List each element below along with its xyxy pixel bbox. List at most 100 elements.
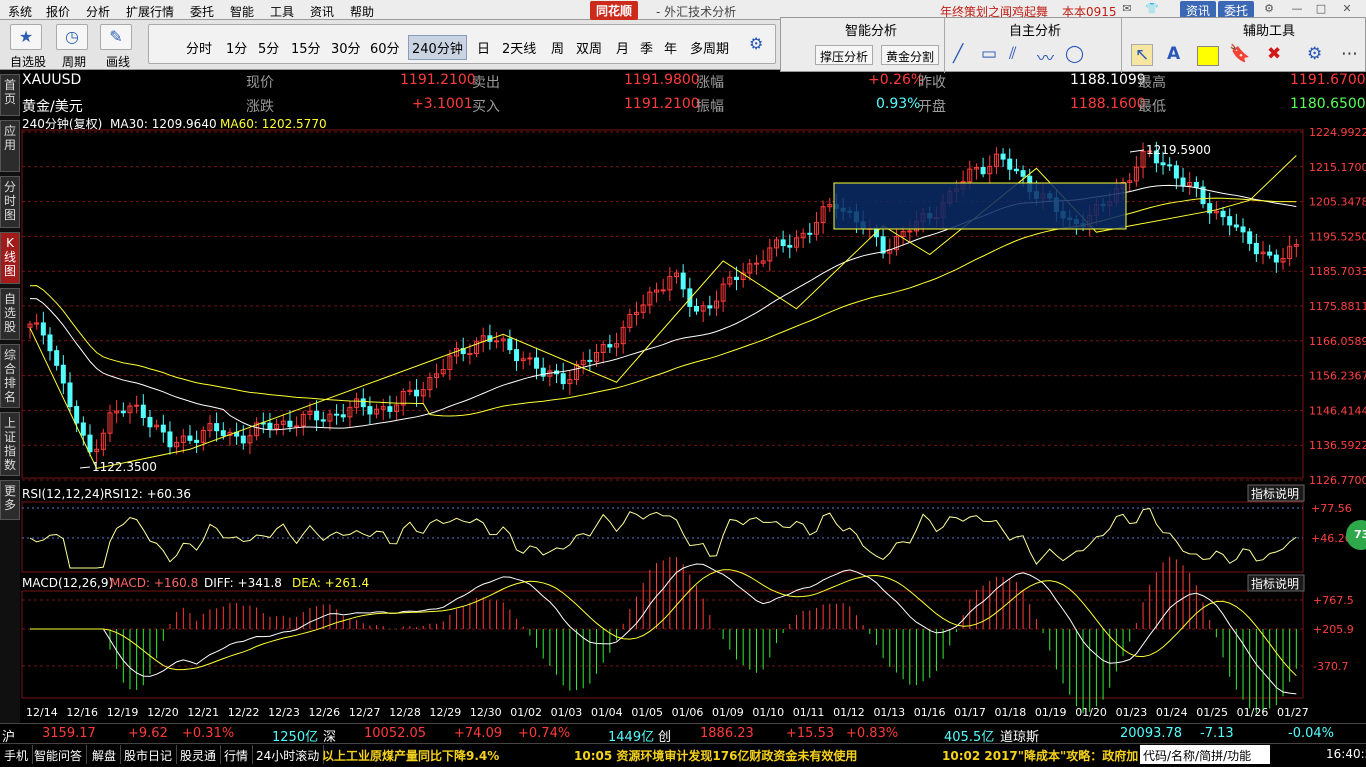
candle-body: [680, 272, 686, 290]
cycle-label[interactable]: 周期: [62, 53, 86, 70]
x-tick-label: 01/03: [551, 706, 583, 719]
task-mobile[interactable]: 手机: [0, 745, 34, 764]
period-2day[interactable]: 2天线: [502, 38, 536, 57]
task-stock-spirit[interactable]: 股灵通: [176, 745, 222, 764]
watchlist-star-icon[interactable]: ★: [10, 24, 42, 50]
sh-index-change: +9.62: [128, 726, 168, 741]
menu-analysis[interactable]: 分析: [86, 3, 110, 20]
macd-help-label[interactable]: 指标说明: [1251, 576, 1299, 591]
x-tick-label: 12/22: [228, 706, 260, 719]
period-timeshare[interactable]: 分时: [186, 38, 212, 57]
task-24h-scroll[interactable]: 24小时滚动: [252, 745, 325, 764]
menu-help[interactable]: 帮助: [350, 3, 374, 20]
task-qa[interactable]: 智能问答: [30, 745, 88, 764]
candle-body: [294, 425, 300, 428]
period-week[interactable]: 周: [551, 38, 564, 57]
candle-body: [1227, 216, 1233, 226]
period-30min[interactable]: 30分: [331, 38, 361, 57]
minimize-icon[interactable]: —: [1290, 2, 1304, 16]
candle-body: [220, 430, 226, 436]
period-month[interactable]: 月: [616, 38, 629, 57]
task-market[interactable]: 行情: [220, 745, 254, 764]
panel-frame: [21, 590, 1304, 699]
golden-section-button[interactable]: 黄金分割: [881, 45, 940, 65]
macd-label: MACD(12,26,9): [22, 576, 113, 590]
candle-body: [807, 232, 813, 235]
menu-extended-quotes[interactable]: 扩展行情: [126, 3, 174, 20]
menu-trade[interactable]: 委托: [190, 3, 214, 20]
maximize-icon[interactable]: □: [1314, 2, 1328, 16]
candle-body: [1167, 164, 1173, 167]
period-quarter[interactable]: 季: [640, 38, 653, 57]
menu-quote[interactable]: 报价: [46, 3, 70, 20]
high-note: 1219.5900: [1146, 143, 1211, 157]
shirt-icon[interactable]: 👕: [1145, 2, 1159, 16]
menu-tools[interactable]: 工具: [270, 3, 294, 20]
tool-settings-gear-icon[interactable]: ⚙: [1307, 44, 1322, 64]
rectangle-tool-icon[interactable]: ▭: [981, 44, 997, 64]
brand-logo: 同花顺: [590, 1, 639, 20]
more-tools-icon[interactable]: ⋯: [1341, 44, 1358, 64]
divider: [944, 18, 945, 73]
trade-button[interactable]: 委托: [1218, 1, 1255, 18]
menu-system[interactable]: 系统: [8, 3, 32, 20]
news-ticker-1[interactable]: 以上工业原煤产量同比下降9.4%: [322, 747, 562, 764]
kline-chart[interactable]: 12/14 12/16 12/19 12/20 12/21 12/22 12/23 12/26…: [0, 70, 1366, 723]
period-multi[interactable]: 多周期: [690, 38, 729, 57]
bookmark-tool-icon[interactable]: 🔖: [1229, 44, 1250, 64]
support-resistance-button[interactable]: 撑压分析: [815, 45, 874, 65]
period-5min[interactable]: 5分: [258, 38, 279, 57]
news-ticker-3[interactable]: 10:02 2017"降成本"攻略：政府加: [942, 747, 1138, 764]
candle-body: [560, 373, 566, 385]
candle-body: [240, 435, 246, 444]
period-1min[interactable]: 1分: [226, 38, 247, 57]
candle-body: [1267, 251, 1273, 256]
news-button[interactable]: 资讯: [1180, 1, 1217, 18]
period-15min[interactable]: 15分: [291, 38, 321, 57]
cy-index-change: +15.53: [786, 726, 835, 741]
y-tick-label: 1126.7700: [1309, 474, 1366, 487]
close-icon[interactable]: ✕: [1340, 2, 1354, 16]
ellipse-tool-icon[interactable]: ◯: [1065, 44, 1084, 64]
delete-tool-icon[interactable]: ✖: [1267, 44, 1281, 64]
news-ticker-2[interactable]: 10:05 资源环境审计发现176亿财政资金未有效使用: [574, 747, 904, 764]
task-commentary[interactable]: 解盘: [88, 745, 122, 764]
candle-body: [54, 350, 60, 366]
line-tool-icon[interactable]: ╱: [953, 44, 963, 64]
candle-body: [387, 406, 393, 412]
period-settings-gear-icon[interactable]: ⚙: [749, 34, 763, 53]
candle-body: [1180, 177, 1186, 187]
settings-icon[interactable]: ⚙: [1262, 2, 1276, 16]
font-tool-icon[interactable]: A: [1167, 44, 1180, 64]
y-tick-label: 1166.0589: [1309, 335, 1366, 348]
sh-index-pct: +0.31%: [182, 726, 235, 741]
y-tick-label: 1195.5250: [1309, 230, 1366, 243]
mail-icon[interactable]: ✉: [1120, 2, 1134, 16]
candle-body: [167, 431, 173, 448]
candle-body: [367, 406, 373, 415]
dj-index-value: 20093.78: [1120, 726, 1183, 741]
candle-body: [1173, 165, 1179, 179]
menu-news[interactable]: 资讯: [310, 3, 334, 20]
rsi-help-label[interactable]: 指标说明: [1251, 486, 1299, 501]
period-day[interactable]: 日: [477, 38, 490, 57]
candle-body: [1160, 162, 1166, 166]
wave-tool-icon[interactable]: 〰: [1037, 44, 1054, 69]
draw-label[interactable]: 画线: [106, 53, 130, 70]
search-input[interactable]: 代码/名称/简拼/功能: [1140, 745, 1270, 764]
watchlist-label[interactable]: 自选股: [10, 53, 46, 70]
color-picker-swatch[interactable]: [1197, 46, 1219, 66]
menu-smart[interactable]: 智能: [230, 3, 254, 20]
analysis-tool-panel: 智能分析 撑压分析 黄金分割 自主分析 ╱ ▭ ⫽ 〰 ◯ 辅助工具 ↖ A 🔖…: [780, 17, 1366, 73]
period-biweek[interactable]: 双周: [576, 38, 602, 57]
period-year[interactable]: 年: [664, 38, 677, 57]
cycle-clock-icon[interactable]: ◷: [56, 24, 88, 50]
period-240min[interactable]: 240分钟: [408, 35, 467, 60]
channel-tool-icon[interactable]: ⫽: [1009, 44, 1017, 64]
task-diary[interactable]: 股市日记: [120, 745, 178, 764]
candle-body: [1013, 168, 1019, 172]
draw-pen-icon[interactable]: ✎: [100, 24, 132, 50]
y-tick-label: 1185.7033: [1309, 265, 1366, 278]
period-60min[interactable]: 60分: [370, 38, 400, 57]
cursor-select-icon[interactable]: ↖: [1131, 44, 1154, 66]
